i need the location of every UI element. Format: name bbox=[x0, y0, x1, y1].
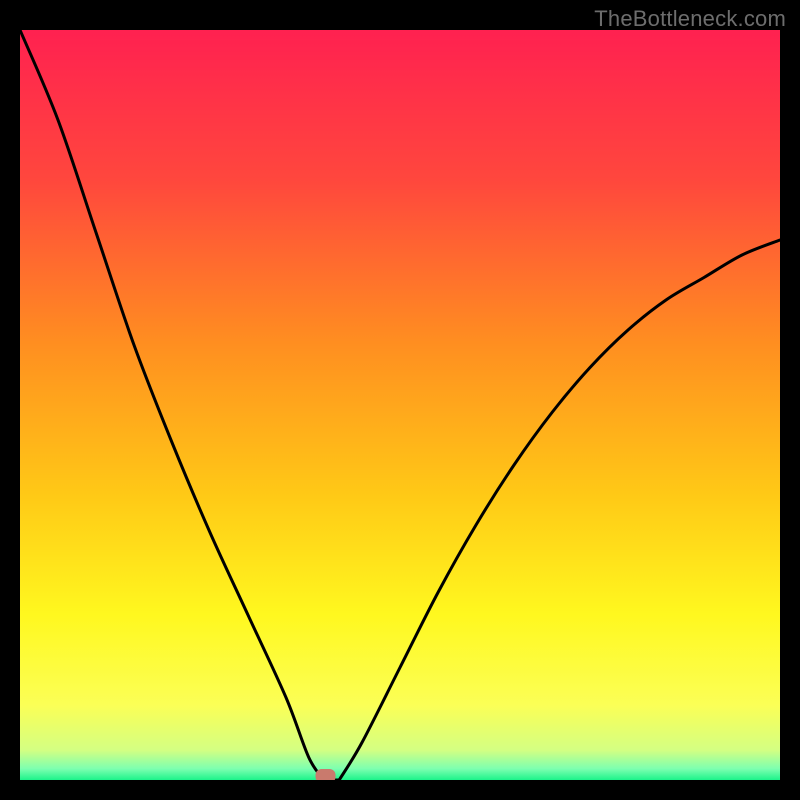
optimum-marker bbox=[316, 769, 336, 780]
chart-container: TheBottleneck.com bbox=[0, 0, 800, 800]
chart-svg bbox=[20, 30, 780, 780]
watermark-text: TheBottleneck.com bbox=[594, 6, 786, 32]
